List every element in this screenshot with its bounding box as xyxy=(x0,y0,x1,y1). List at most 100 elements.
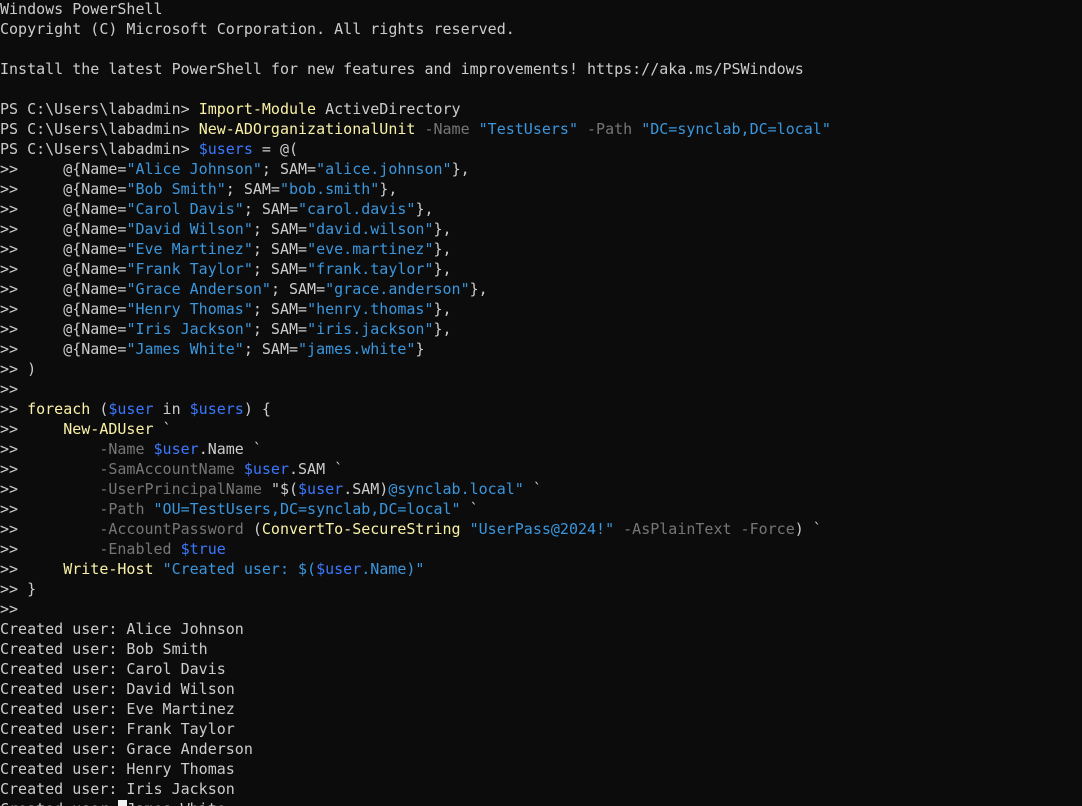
line-segment: ; SAM= xyxy=(252,240,308,258)
line-segment xyxy=(461,520,470,538)
line-segment: "frank.taylor" xyxy=(307,260,434,278)
continuation-line: >> @{Name="James White"; SAM="james.whit… xyxy=(0,339,424,359)
line-segment: "Created user: $( xyxy=(162,560,317,578)
continuation-line: >> @{Name="Carol Davis"; SAM="carol.davi… xyxy=(0,199,434,219)
line-segment: "Carol Davis" xyxy=(126,200,244,218)
line-segment: Created user: Frank Taylor xyxy=(0,720,235,738)
line-segment: ConvertTo-SecureString xyxy=(261,520,461,538)
line-segment: "bob.smith" xyxy=(279,180,380,198)
continuation-line: >> -AccountPassword (ConvertTo-SecureStr… xyxy=(0,519,822,539)
line-segment: Write-Host xyxy=(63,560,154,578)
continuation-line: >> Write-Host "Created user: $($user.Nam… xyxy=(0,559,424,579)
continuation-line: >> @{Name="David Wilson"; SAM="david.wil… xyxy=(0,219,452,239)
line-segment: >> xyxy=(0,400,28,418)
prompt-line: PS C:\Users\labadmin> $users = @( xyxy=(0,139,298,159)
line-segment: }, xyxy=(433,260,452,278)
text-cursor xyxy=(118,800,127,806)
line-segment: >> @{Name= xyxy=(0,220,127,238)
output-line: Created user: Bob Smith xyxy=(0,639,208,659)
line-segment: .Name)" xyxy=(361,560,425,578)
continuation-line: >> -Path "OU=TestUsers,DC=synclab,DC=loc… xyxy=(0,499,479,519)
continuation-line: >> @{Name="Iris Jackson"; SAM="iris.jack… xyxy=(0,319,452,339)
line-segment: ; SAM= xyxy=(225,180,280,198)
continuation-line: >> @{Name="Eve Martinez"; SAM="eve.marti… xyxy=(0,239,452,259)
line-segment: >> @{Name= xyxy=(0,200,127,218)
line-segment: ) ` xyxy=(794,520,822,538)
line-segment: -Name xyxy=(99,440,154,458)
line-segment: Windows PowerShell xyxy=(0,0,163,18)
line-segment: "Henry Thomas" xyxy=(126,300,253,318)
line-segment: "Frank Taylor" xyxy=(126,260,253,278)
line-segment: ` xyxy=(523,480,542,498)
line-segment: "eve.martinez" xyxy=(307,240,434,258)
line-segment: ActiveDirectory xyxy=(316,100,461,118)
line-segment: $users xyxy=(189,400,244,418)
line-segment: @synclab.local" xyxy=(388,480,524,498)
continuation-line: >> @{Name="Frank Taylor"; SAM="frank.tay… xyxy=(0,259,452,279)
prompt-line: PS C:\Users\labadmin> Import-Module Acti… xyxy=(0,99,461,119)
line-segment: >> @{Name= xyxy=(0,180,127,198)
line-segment: "TestUsers" xyxy=(478,120,578,138)
line-segment xyxy=(154,560,163,578)
output-line: Created user: James White xyxy=(0,799,226,806)
line-segment: }, xyxy=(433,220,452,238)
line-segment: Created user: Henry Thomas xyxy=(0,760,235,778)
line-segment: "OU=TestUsers,DC=synclab,DC=local" xyxy=(153,500,461,518)
line-segment: "Grace Anderson" xyxy=(126,280,271,298)
line-segment: >> xyxy=(0,460,100,478)
line-segment: ; SAM= xyxy=(243,340,299,358)
line-segment: $true xyxy=(180,540,226,558)
line-segment: PS C:\Users\labadmin> xyxy=(0,120,199,138)
line-segment: >> xyxy=(0,600,19,618)
line-segment: ( xyxy=(90,400,109,418)
line-segment: ; SAM= xyxy=(252,300,308,318)
line-segment: .Name ` xyxy=(198,440,262,458)
line-segment: "Iris Jackson" xyxy=(126,320,253,338)
continuation-line: >> @{Name="Henry Thomas"; SAM="henry.tho… xyxy=(0,299,452,319)
line-segment: Created user: Alice Johnson xyxy=(0,620,244,638)
line-segment: -SamAccountName xyxy=(99,460,244,478)
line-segment: }, xyxy=(451,160,470,178)
line-segment: >> xyxy=(0,420,64,438)
line-segment: >> @{Name= xyxy=(0,300,127,318)
output-line: Created user: Carol Davis xyxy=(0,659,226,679)
line-segment: >> @{Name= xyxy=(0,240,127,258)
line-segment: Created user: Bob Smith xyxy=(0,640,208,658)
line-segment: "Eve Martinez" xyxy=(126,240,253,258)
line-segment: ; SAM= xyxy=(252,320,308,338)
line-segment: $user xyxy=(298,480,344,498)
line-segment: Created user: James White xyxy=(0,800,226,806)
powershell-console[interactable]: Windows PowerShell Copyright (C) Microsof… xyxy=(0,0,1082,806)
line-segment: "alice.johnson" xyxy=(316,160,452,178)
line-segment: .SAM) xyxy=(343,480,389,498)
continuation-line: >> @{Name="Bob Smith"; SAM="bob.smith"}, xyxy=(0,179,397,199)
continuation-line: >> xyxy=(0,379,18,399)
output-line: Created user: Alice Johnson xyxy=(0,619,244,639)
continuation-line: >> foreach ($user in $users) { xyxy=(0,399,271,419)
line-segment: Import-Module xyxy=(198,100,317,118)
line-segment: >> xyxy=(0,500,100,518)
line-segment: -Path xyxy=(99,500,154,518)
line-segment: ) { xyxy=(243,400,271,418)
line-segment: >> xyxy=(0,540,100,558)
continuation-line: >> -SamAccountName $user.SAM ` xyxy=(0,459,343,479)
line-segment: $user xyxy=(108,400,154,418)
line-segment: ` xyxy=(460,500,479,518)
continuation-line: >> xyxy=(0,599,18,619)
output-line: Created user: David Wilson xyxy=(0,679,235,699)
line-segment: }, xyxy=(433,300,452,318)
output-line: Created user: Henry Thomas xyxy=(0,759,235,779)
line-segment: >> @{Name= xyxy=(0,320,127,338)
line-segment: "david.wilson" xyxy=(307,220,434,238)
line-segment: -AccountPassword xyxy=(99,520,253,538)
line-segment: } xyxy=(415,340,425,358)
line-segment: ; SAM= xyxy=(270,280,326,298)
output-line: Created user: Frank Taylor xyxy=(0,719,235,739)
line-segment: ; SAM= xyxy=(243,200,299,218)
banner-title: Windows PowerShell xyxy=(0,0,163,19)
line-segment: >> xyxy=(0,520,100,538)
output-line: Created user: Iris Jackson xyxy=(0,779,235,799)
line-segment: Install the latest PowerShell for new fe… xyxy=(0,60,804,78)
line-segment: "james.white" xyxy=(298,340,416,358)
line-segment: >> @{Name= xyxy=(0,280,127,298)
